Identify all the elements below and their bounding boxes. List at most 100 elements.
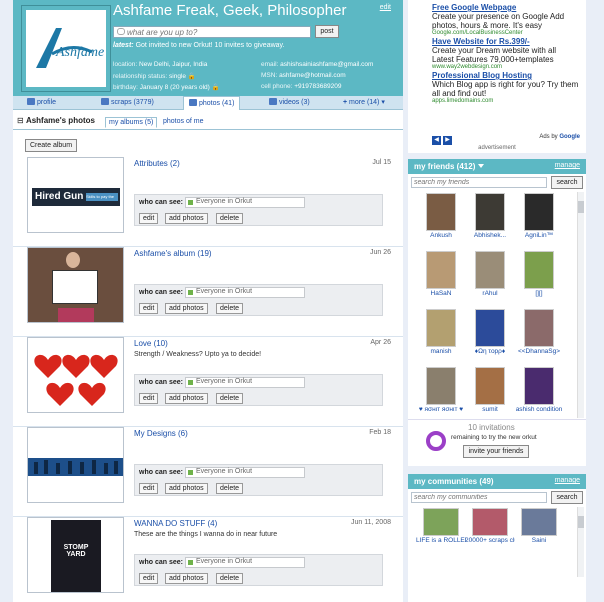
album-thumbnail[interactable]: STOMP YARD <box>27 517 124 593</box>
friend-item[interactable]: ashish condition <box>514 367 564 413</box>
friend-name[interactable]: rAhul <box>465 290 515 297</box>
delete-album-button[interactable]: delete <box>216 393 244 404</box>
friend-photo[interactable] <box>524 193 554 231</box>
album-title[interactable]: WANNA DO STUFF (4) <box>134 519 217 528</box>
communities-scrollbar[interactable] <box>577 507 584 577</box>
edit-album-button[interactable]: edit <box>139 393 159 404</box>
add-photos-button[interactable]: add photos <box>165 483 208 494</box>
friend-name[interactable]: Ankush <box>416 232 466 239</box>
edit-album-button[interactable]: edit <box>139 483 159 494</box>
ad-item[interactable]: Professional Blog Hosting Which Blog app… <box>432 71 580 104</box>
ad-url[interactable]: apps.limedomains.com <box>432 98 580 104</box>
friend-name[interactable]: ♦Ωη τopρ♦ <box>465 348 515 355</box>
ad-title[interactable]: Free Google Webpage <box>432 3 580 12</box>
edit-album-button[interactable]: edit <box>139 573 159 584</box>
visibility-select[interactable]: Everyone in Orkut <box>185 197 305 208</box>
friend-name[interactable]: <<DhannaSg> <box>514 348 564 355</box>
community-item[interactable]: 20000+ scraps club™ <box>465 508 515 544</box>
delete-album-button[interactable]: delete <box>216 213 244 224</box>
status-input[interactable] <box>127 27 307 37</box>
album-thumbnail[interactable] <box>27 427 124 503</box>
manage-friends-link[interactable]: manage <box>555 162 580 169</box>
friend-photo[interactable] <box>475 367 505 405</box>
tab-scraps[interactable]: scraps (3779) <box>101 98 154 106</box>
friend-item[interactable]: [][] <box>514 251 564 297</box>
friend-photo[interactable] <box>524 367 554 405</box>
ad-url[interactable]: www.way2webdesign.com <box>432 64 580 70</box>
friend-item[interactable]: ♥ яσнιт яσнιт ♥ <box>416 367 466 413</box>
friends-title[interactable]: my friends (412) <box>414 162 475 171</box>
tab-photos-of-me[interactable]: photos of me <box>160 117 206 126</box>
avatar[interactable]: Ashfame <box>21 5 111 92</box>
add-photos-button[interactable]: add photos <box>165 303 208 314</box>
friend-name[interactable]: AgniLin™ <box>514 232 564 239</box>
friend-name[interactable]: [][] <box>514 290 564 297</box>
tab-my-albums[interactable]: my albums (5) <box>105 117 158 128</box>
friends-scrollbar[interactable] <box>577 192 584 418</box>
create-album-button[interactable]: Create album <box>25 139 78 152</box>
friend-item[interactable]: ♦Ωη τopρ♦ <box>465 309 515 355</box>
visibility-select[interactable]: Everyone in Orkut <box>185 377 305 388</box>
friend-name[interactable]: HaSaN <box>416 290 466 297</box>
add-photos-button[interactable]: add photos <box>165 573 208 584</box>
friend-item[interactable]: HaSaN <box>416 251 466 297</box>
visibility-select[interactable]: Everyone in Orkut <box>185 467 305 478</box>
ad-item[interactable]: Have Website for Rs.399/- Create your Dr… <box>432 37 580 70</box>
next-icon[interactable]: ▶ <box>443 136 452 145</box>
community-item[interactable]: Saini <box>514 508 564 544</box>
ad-title[interactable]: Professional Blog Hosting <box>432 71 580 80</box>
communities-search-input[interactable] <box>411 492 547 503</box>
album-title[interactable]: Attributes (2) <box>134 159 180 168</box>
prev-icon[interactable]: ◀ <box>432 136 441 145</box>
community-image[interactable] <box>521 508 557 536</box>
friend-name[interactable]: ashish condition <box>514 406 564 413</box>
tab-videos[interactable]: videos (3) <box>269 98 310 106</box>
friend-photo[interactable] <box>475 251 505 289</box>
visibility-select[interactable]: Everyone in Orkut <box>185 557 305 568</box>
friend-photo[interactable] <box>426 193 456 231</box>
post-button[interactable]: post <box>315 25 339 38</box>
community-image[interactable] <box>472 508 508 536</box>
friend-name[interactable]: manish <box>416 348 466 355</box>
community-item[interactable]: LIFE is a ROLLERCOAS <box>416 508 466 544</box>
tab-profile[interactable]: profile <box>27 98 56 106</box>
community-name[interactable]: Saini <box>514 537 564 544</box>
friend-item[interactable]: Abhishek... <box>465 193 515 239</box>
friends-search-button[interactable]: search <box>551 176 583 189</box>
album-thumbnail[interactable]: Hired Gun Skills to pay the bills <box>27 157 124 233</box>
friend-item[interactable]: sumit <box>465 367 515 413</box>
ad-item[interactable]: Free Google Webpage Create your presence… <box>432 3 580 36</box>
friend-item[interactable]: Ankush <box>416 193 466 239</box>
friend-item[interactable]: manish <box>416 309 466 355</box>
delete-album-button[interactable]: delete <box>216 303 244 314</box>
ads-by-google[interactable]: Ads by Google <box>539 134 580 140</box>
delete-album-button[interactable]: delete <box>216 573 244 584</box>
community-image[interactable] <box>423 508 459 536</box>
friend-name[interactable]: Abhishek... <box>465 232 515 239</box>
tab-more[interactable]: + more (14) ▾ <box>343 98 385 106</box>
friend-item[interactable]: <<DhannaSg> <box>514 309 564 355</box>
edit-album-button[interactable]: edit <box>139 303 159 314</box>
friend-photo[interactable] <box>524 251 554 289</box>
friend-name[interactable]: ♥ яσнιт яσнιт ♥ <box>416 406 466 413</box>
friend-photo[interactable] <box>426 367 456 405</box>
edit-album-button[interactable]: edit <box>139 213 159 224</box>
album-title[interactable]: Ashfame's album (19) <box>134 249 212 258</box>
tab-photos[interactable]: photos (41) <box>183 96 241 110</box>
edit-profile-link[interactable]: edit <box>380 4 391 11</box>
add-photos-button[interactable]: add photos <box>165 393 208 404</box>
friend-name[interactable]: sumit <box>465 406 515 413</box>
scrollbar-thumb[interactable] <box>578 201 584 213</box>
friend-item[interactable]: AgniLin™ <box>514 193 564 239</box>
album-title[interactable]: Love (10) <box>134 339 168 348</box>
communities-search-button[interactable]: search <box>551 491 583 504</box>
invite-friends-button[interactable]: invite your friends <box>463 445 529 458</box>
album-title[interactable]: My Designs (6) <box>134 429 188 438</box>
friends-search-input[interactable] <box>411 177 547 188</box>
scrollbar-thumb[interactable] <box>578 516 584 528</box>
add-photos-button[interactable]: add photos <box>165 213 208 224</box>
visibility-select[interactable]: Everyone in Orkut <box>185 287 305 298</box>
community-name[interactable]: LIFE is a ROLLERCOAS <box>416 537 466 544</box>
friend-photo[interactable] <box>475 193 505 231</box>
friend-photo[interactable] <box>524 309 554 347</box>
